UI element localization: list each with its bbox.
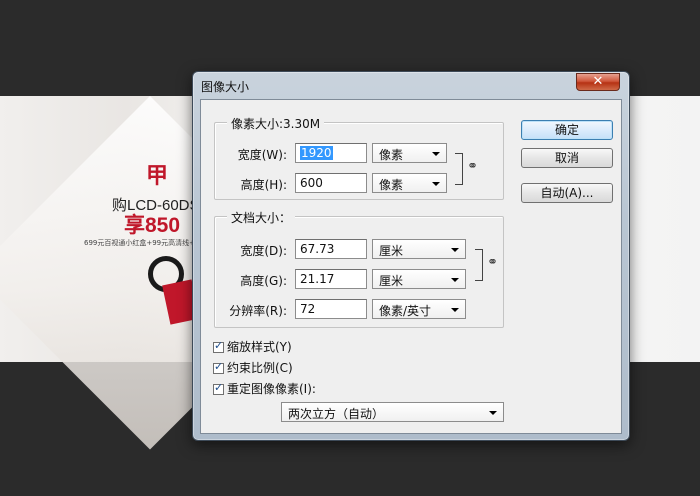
cancel-button[interactable]: 取消 — [521, 148, 613, 168]
resample-method-select[interactable]: 两次立方（自动） — [281, 402, 504, 422]
scale-styles-checkbox[interactable]: ✓ 缩放样式(Y) — [213, 338, 292, 354]
checkbox-box[interactable]: ✓ — [213, 339, 224, 353]
doc-width-input[interactable]: 67.73 — [295, 239, 367, 259]
chevron-down-icon — [451, 308, 459, 312]
resolution-label: 分辨率(R): — [229, 304, 287, 318]
document-size-title: 文档大小： — [227, 209, 296, 226]
dialog-body: 像素大小:3.30M 宽度(W): 1920 像素 高度(H): 600 像素 … — [200, 99, 622, 434]
close-icon: ✕ — [592, 74, 604, 89]
doc-constrain-bracket — [475, 249, 483, 281]
check-icon: ✓ — [214, 360, 224, 373]
pixel-dimensions-group: 像素大小:3.30M 宽度(W): 1920 像素 高度(H): 600 像素 … — [214, 115, 504, 200]
doc-height-unit-select[interactable]: 厘米 — [372, 269, 466, 289]
banner-logo: 甲 — [146, 164, 169, 189]
pixel-height-unit-select[interactable]: 像素 — [372, 173, 447, 193]
doc-height-label: 高度(G): — [240, 274, 287, 288]
constrain-proportions-label: 约束比例(C) — [227, 361, 293, 375]
constrain-bracket — [455, 153, 463, 185]
resample-image-checkbox[interactable]: ✓ 重定图像像素(I): — [213, 380, 316, 396]
doc-width-label: 宽度(D): — [240, 244, 287, 258]
check-icon: ✓ — [214, 339, 224, 352]
chevron-down-icon — [432, 182, 440, 186]
banner-price: 享850 — [124, 214, 181, 237]
dialog-title: 图像大小 — [201, 80, 250, 94]
chevron-down-icon — [451, 248, 459, 252]
ok-button[interactable]: 确定 — [521, 120, 613, 140]
banner-subtext: 699元百视通小红盒+99元高清线+ — [84, 239, 195, 247]
checkbox-box[interactable]: ✓ — [213, 381, 224, 395]
pixel-width-unit-value: 像素 — [379, 148, 404, 162]
chevron-down-icon — [489, 411, 497, 415]
doc-height-input[interactable]: 21.17 — [295, 269, 367, 289]
doc-width-unit-value: 厘米 — [379, 244, 404, 258]
chevron-down-icon — [432, 152, 440, 156]
pixel-width-unit-select[interactable]: 像素 — [372, 143, 447, 163]
image-size-dialog: 图像大小 ✕ 像素大小:3.30M 宽度(W): 1920 像素 高度(H): … — [192, 71, 630, 441]
pixel-height-input[interactable]: 600 — [295, 173, 367, 193]
resolution-unit-value: 像素/英寸 — [379, 304, 432, 318]
close-button[interactable]: ✕ — [576, 73, 620, 91]
chain-link-icon: ⚭ — [467, 159, 478, 174]
pixel-height-label: 高度(H): — [240, 178, 287, 192]
resolution-unit-select[interactable]: 像素/英寸 — [372, 299, 466, 319]
chevron-down-icon — [451, 278, 459, 282]
pixel-width-label: 宽度(W): — [237, 148, 287, 162]
pixel-height-unit-value: 像素 — [379, 178, 404, 192]
resolution-input[interactable]: 72 — [295, 299, 367, 319]
resample-method-value: 两次立方（自动） — [288, 407, 385, 421]
check-icon: ✓ — [214, 381, 224, 394]
constrain-proportions-checkbox[interactable]: ✓ 约束比例(C) — [213, 359, 293, 375]
scale-styles-label: 缩放样式(Y) — [227, 340, 292, 354]
doc-height-unit-value: 厘米 — [379, 274, 404, 288]
auto-button[interactable]: 自动(A)... — [521, 183, 613, 203]
pixel-width-input[interactable]: 1920 — [295, 143, 367, 163]
checkbox-box[interactable]: ✓ — [213, 360, 224, 374]
document-size-group: 文档大小： 宽度(D): 67.73 厘米 高度(G): 21.17 厘米 分辨… — [214, 209, 504, 328]
chain-link-icon: ⚭ — [487, 255, 498, 270]
doc-width-unit-select[interactable]: 厘米 — [372, 239, 466, 259]
pixel-dimensions-title: 像素大小:3.30M — [227, 115, 325, 132]
resample-image-label: 重定图像像素(I): — [227, 382, 316, 396]
